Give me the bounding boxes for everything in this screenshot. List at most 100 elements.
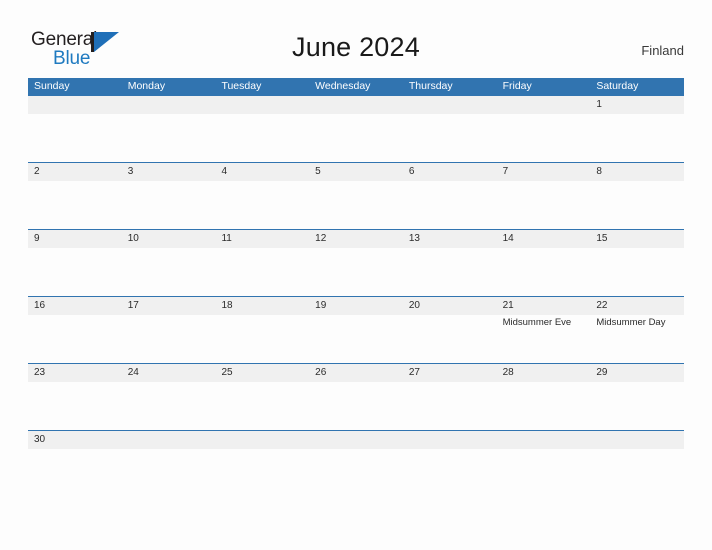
- day-cell[interactable]: [309, 181, 403, 229]
- day-cell[interactable]: [403, 382, 497, 430]
- day-cell[interactable]: [403, 449, 497, 497]
- day-number[interactable]: 17: [122, 297, 216, 315]
- day-number[interactable]: 27: [403, 364, 497, 382]
- day-number[interactable]: [122, 431, 216, 449]
- day-cell[interactable]: [215, 382, 309, 430]
- day-cell[interactable]: [590, 248, 684, 296]
- day-number[interactable]: 23: [28, 364, 122, 382]
- day-of-week-sunday: Sunday: [34, 80, 70, 92]
- calendar-week-row: 16 17 18 19 20 21 22 Midsummer Eve Midsu…: [28, 296, 684, 363]
- country-label: Finland: [641, 43, 684, 58]
- day-cell[interactable]: [122, 449, 216, 497]
- day-number[interactable]: [309, 96, 403, 114]
- day-number[interactable]: [28, 96, 122, 114]
- day-cell[interactable]: [215, 114, 309, 162]
- day-cell[interactable]: [122, 382, 216, 430]
- day-cell[interactable]: [28, 382, 122, 430]
- day-number[interactable]: 10: [122, 230, 216, 248]
- day-cell[interactable]: [28, 114, 122, 162]
- day-cell[interactable]: [497, 114, 591, 162]
- day-number[interactable]: 12: [309, 230, 403, 248]
- day-of-week-tuesday: Tuesday: [221, 80, 262, 92]
- day-cell[interactable]: [403, 114, 497, 162]
- day-number[interactable]: 25: [215, 364, 309, 382]
- day-number[interactable]: [215, 96, 309, 114]
- day-cell[interactable]: [215, 181, 309, 229]
- week-body-band: [28, 181, 684, 229]
- day-number[interactable]: [497, 96, 591, 114]
- day-number[interactable]: [309, 431, 403, 449]
- day-number[interactable]: 11: [215, 230, 309, 248]
- day-number[interactable]: 22: [590, 297, 684, 315]
- day-number[interactable]: 24: [122, 364, 216, 382]
- calendar-week-row: 1: [28, 95, 684, 162]
- day-cell[interactable]: [590, 382, 684, 430]
- day-cell[interactable]: [28, 315, 122, 363]
- day-number[interactable]: 28: [497, 364, 591, 382]
- day-cell[interactable]: [28, 248, 122, 296]
- calendar-week-row: 30: [28, 430, 684, 497]
- day-cell[interactable]: [497, 382, 591, 430]
- day-cell[interactable]: [403, 248, 497, 296]
- day-number[interactable]: 26: [309, 364, 403, 382]
- day-cell[interactable]: Midsummer Eve: [497, 315, 591, 363]
- day-number[interactable]: [122, 96, 216, 114]
- day-cell[interactable]: [497, 248, 591, 296]
- day-cell[interactable]: Midsummer Day: [590, 315, 684, 363]
- week-number-band: 16 17 18 19 20 21 22: [28, 297, 684, 315]
- week-number-band: 2 3 4 5 6 7 8: [28, 163, 684, 181]
- day-number[interactable]: [497, 431, 591, 449]
- day-cell[interactable]: [122, 114, 216, 162]
- day-number[interactable]: 29: [590, 364, 684, 382]
- week-body-band: Midsummer Eve Midsummer Day: [28, 315, 684, 363]
- week-number-band: 30: [28, 431, 684, 449]
- day-number[interactable]: 30: [28, 431, 122, 449]
- day-number[interactable]: 6: [403, 163, 497, 181]
- day-number[interactable]: 9: [28, 230, 122, 248]
- day-cell[interactable]: [590, 181, 684, 229]
- week-number-band: 23 24 25 26 27 28 29: [28, 364, 684, 382]
- day-cell[interactable]: [28, 449, 122, 497]
- day-of-week-monday: Monday: [127, 80, 166, 92]
- day-number[interactable]: 1: [590, 96, 684, 114]
- day-cell[interactable]: [309, 248, 403, 296]
- calendar-page: General Blue June 2024 Finland Sunday Mo…: [0, 0, 712, 550]
- day-number[interactable]: 21: [497, 297, 591, 315]
- day-cell[interactable]: [28, 181, 122, 229]
- day-number[interactable]: 7: [497, 163, 591, 181]
- day-number[interactable]: [590, 431, 684, 449]
- day-number[interactable]: [403, 431, 497, 449]
- day-number[interactable]: 19: [309, 297, 403, 315]
- day-cell[interactable]: [309, 449, 403, 497]
- day-number[interactable]: 13: [403, 230, 497, 248]
- day-number[interactable]: 14: [497, 230, 591, 248]
- day-cell[interactable]: [215, 315, 309, 363]
- day-cell[interactable]: [309, 315, 403, 363]
- day-number[interactable]: 4: [215, 163, 309, 181]
- day-cell[interactable]: [590, 449, 684, 497]
- day-cell[interactable]: [590, 114, 684, 162]
- day-number[interactable]: 2: [28, 163, 122, 181]
- day-cell[interactable]: [215, 248, 309, 296]
- day-cell[interactable]: [309, 382, 403, 430]
- day-cell[interactable]: [122, 181, 216, 229]
- day-number[interactable]: 16: [28, 297, 122, 315]
- day-of-week-friday: Friday: [502, 80, 532, 92]
- day-cell[interactable]: [497, 449, 591, 497]
- day-number[interactable]: [403, 96, 497, 114]
- page-title: June 2024: [292, 32, 420, 62]
- day-number[interactable]: 8: [590, 163, 684, 181]
- day-cell[interactable]: [309, 114, 403, 162]
- day-cell[interactable]: [215, 449, 309, 497]
- day-number[interactable]: 5: [309, 163, 403, 181]
- day-cell[interactable]: [122, 248, 216, 296]
- day-cell[interactable]: [403, 315, 497, 363]
- day-number[interactable]: 20: [403, 297, 497, 315]
- day-cell[interactable]: [497, 181, 591, 229]
- day-number[interactable]: 18: [215, 297, 309, 315]
- day-cell[interactable]: [122, 315, 216, 363]
- day-number[interactable]: 15: [590, 230, 684, 248]
- day-number[interactable]: 3: [122, 163, 216, 181]
- day-number[interactable]: [215, 431, 309, 449]
- day-cell[interactable]: [403, 181, 497, 229]
